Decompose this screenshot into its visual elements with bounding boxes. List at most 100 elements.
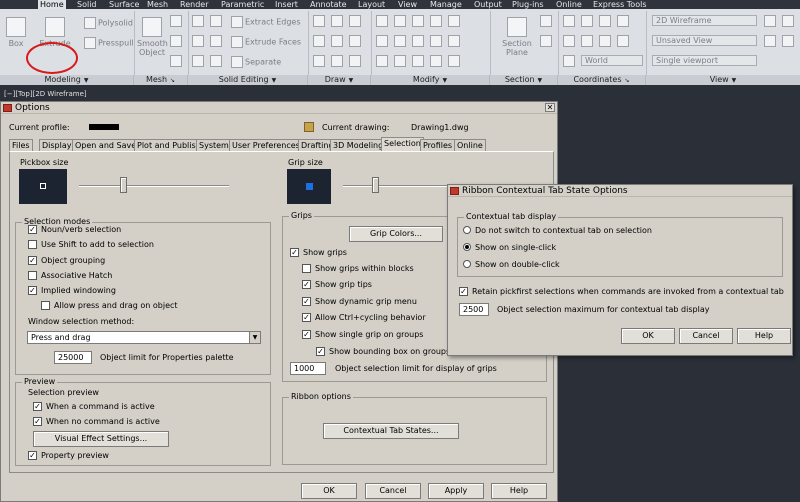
show-grips-within-blocks-checkbox[interactable]: Show grips within blocks xyxy=(302,264,414,274)
press-and-drag-checkbox[interactable]: Allow press and drag on object xyxy=(41,301,178,311)
draw-polyline-icon[interactable] xyxy=(331,15,345,27)
modify-rotate-icon[interactable] xyxy=(394,15,408,27)
solid-edit-icon[interactable] xyxy=(192,15,206,27)
single-click-radio[interactable]: Show on single-click xyxy=(463,243,556,253)
window-method-select[interactable]: Press and drag ▼ xyxy=(27,331,261,344)
draw-circle-icon[interactable] xyxy=(349,15,363,27)
solid-edit-icon[interactable] xyxy=(192,55,206,67)
tab-3d-modeling[interactable]: 3D Modeling xyxy=(330,139,387,151)
modify-align-icon[interactable] xyxy=(412,55,426,67)
allow-ctrl-cycling-checkbox[interactable]: ✓ Allow Ctrl+cycling behavior xyxy=(302,313,426,323)
ucs-icon[interactable] xyxy=(599,35,613,47)
close-button[interactable]: ✕ xyxy=(545,103,555,112)
visual-effect-settings-button[interactable]: Visual Effect Settings... xyxy=(33,431,169,447)
panel-title-mesh[interactable]: Mesh ↘ xyxy=(134,75,188,85)
modify-array-icon[interactable] xyxy=(376,55,390,67)
smooth-object-button[interactable]: Smooth Object xyxy=(137,17,168,57)
draw-arc-icon[interactable] xyxy=(313,35,327,47)
when-command-active-checkbox[interactable]: ✓ When a command is active xyxy=(33,402,155,412)
no-switch-radio[interactable]: Do not switch to contextual tab on selec… xyxy=(463,226,652,236)
retain-pickfirst-checkbox[interactable]: ✓ Retain pickfirst selections when comman… xyxy=(459,287,784,297)
selection-maximum-input[interactable]: 2500 xyxy=(459,303,489,316)
ribbon-tab-solid[interactable]: Solid xyxy=(75,0,99,9)
grip-limit-input[interactable]: 1000 xyxy=(290,362,326,375)
ucs-icon[interactable] xyxy=(563,55,577,67)
ribbon-tab-output[interactable]: Output xyxy=(472,0,504,9)
ribbon-tab-surface[interactable]: Surface xyxy=(107,0,141,9)
draw-rectangle-icon[interactable] xyxy=(331,35,345,47)
section-tool-icon[interactable] xyxy=(540,35,554,47)
view-tool-icon[interactable] xyxy=(782,35,796,47)
polysolid-button[interactable]: Polysolid xyxy=(84,17,133,29)
draw-ellipse-icon[interactable] xyxy=(349,55,363,67)
ribbon-tab-parametric[interactable]: Parametric xyxy=(219,0,266,9)
modify-fillet-icon[interactable] xyxy=(394,35,408,47)
property-preview-checkbox[interactable]: ✓ Property preview xyxy=(28,451,109,461)
ribbon-tab-layout[interactable]: Layout xyxy=(356,0,387,9)
mesh-tool-icon[interactable] xyxy=(170,35,184,47)
panel-title-solid-editing[interactable]: Solid Editing ▼ xyxy=(188,75,308,85)
panel-title-section[interactable]: Section ▼ xyxy=(490,75,558,85)
ribbon-tab-online[interactable]: Online xyxy=(554,0,584,9)
extract-edges-button[interactable]: Extract Edges xyxy=(231,16,301,28)
tab-online[interactable]: Online xyxy=(454,139,486,151)
show-grips-checkbox[interactable]: ✓ Show grips xyxy=(290,248,347,258)
ribbon-tab-plugins[interactable]: Plug-ins xyxy=(510,0,546,9)
tab-profiles[interactable]: Profiles xyxy=(420,139,456,151)
modify-offset-icon[interactable] xyxy=(394,55,408,67)
noun-verb-selection-checkbox[interactable]: ✓ Noun/verb selection xyxy=(28,225,121,235)
modify-3d-icon[interactable] xyxy=(430,55,444,67)
draw-spline-icon[interactable] xyxy=(331,55,345,67)
ucs-icon[interactable] xyxy=(617,15,631,27)
show-single-grip-checkbox[interactable]: ✓ Show single grip on groups xyxy=(302,330,423,340)
panel-title-view[interactable]: View ▼ xyxy=(646,75,800,85)
contextual-tab-states-button[interactable]: Contextual Tab States... xyxy=(323,423,459,439)
pickbox-slider-track[interactable] xyxy=(79,185,229,187)
mesh-tool-icon[interactable] xyxy=(170,55,184,67)
modify-move-icon[interactable] xyxy=(376,15,390,27)
object-limit-input[interactable]: 25000 xyxy=(54,351,92,364)
grip-colors-button[interactable]: Grip Colors... xyxy=(349,226,443,242)
cancel-button[interactable]: Cancel xyxy=(365,483,421,499)
ribbon-tab-render[interactable]: Render xyxy=(178,0,210,9)
ucs-icon[interactable] xyxy=(581,15,595,27)
viewport-config-dropdown[interactable]: Single viewport xyxy=(652,55,757,66)
tab-plot-and-publish[interactable]: Plot and Publish xyxy=(134,139,204,151)
tab-open-and-save[interactable]: Open and Save xyxy=(72,139,140,151)
ribbon-tab-home[interactable]: Home xyxy=(38,0,66,9)
solid-edit-icon[interactable] xyxy=(210,55,224,67)
modify-mirror-icon[interactable] xyxy=(376,35,390,47)
ribbon-tab-manage[interactable]: Manage xyxy=(428,0,464,9)
use-shift-checkbox[interactable]: Use Shift to add to selection xyxy=(28,240,154,250)
view-tool-icon[interactable] xyxy=(764,15,778,27)
double-click-radio[interactable]: Show on double-click xyxy=(463,260,560,270)
when-no-command-checkbox[interactable]: ✓ When no command is active xyxy=(33,417,160,427)
solid-edit-icon[interactable] xyxy=(210,15,224,27)
draw-line-icon[interactable] xyxy=(313,15,327,27)
draw-polygon-icon[interactable] xyxy=(313,55,327,67)
draw-hatch-icon[interactable] xyxy=(349,35,363,47)
named-view-dropdown[interactable]: Unsaved View xyxy=(652,35,757,46)
show-dynamic-grip-menu-checkbox[interactable]: ✓ Show dynamic grip menu xyxy=(302,297,417,307)
ucs-icon[interactable] xyxy=(581,35,595,47)
help-button[interactable]: Help xyxy=(491,483,547,499)
ucs-icon[interactable] xyxy=(599,15,613,27)
modify-stretch-icon[interactable] xyxy=(430,35,444,47)
modify-scale-icon[interactable] xyxy=(448,35,462,47)
modify-explode-icon[interactable] xyxy=(412,35,426,47)
panel-title-modeling[interactable]: Modeling ▼ xyxy=(0,75,134,85)
show-bounding-box-checkbox[interactable]: ✓ Show bounding box on groups xyxy=(316,347,450,357)
contextual-cancel-button[interactable]: Cancel xyxy=(679,328,733,344)
modify-copy-icon[interactable] xyxy=(448,15,462,27)
mesh-tool-icon[interactable] xyxy=(170,15,184,27)
grip-slider-track[interactable] xyxy=(343,185,451,187)
section-plane-button[interactable]: Section Plane xyxy=(497,17,537,57)
tab-system[interactable]: System xyxy=(196,139,232,151)
section-tool-icon[interactable] xyxy=(540,15,554,27)
panel-title-coordinates[interactable]: Coordinates ↘ xyxy=(558,75,646,85)
contextual-ok-button[interactable]: OK xyxy=(621,328,675,344)
ribbon-tab-insert[interactable]: Insert xyxy=(273,0,300,9)
modify-erase-icon[interactable] xyxy=(430,15,444,27)
implied-windowing-checkbox[interactable]: ✓ Implied windowing xyxy=(28,286,116,296)
tab-display[interactable]: Display xyxy=(39,139,75,151)
